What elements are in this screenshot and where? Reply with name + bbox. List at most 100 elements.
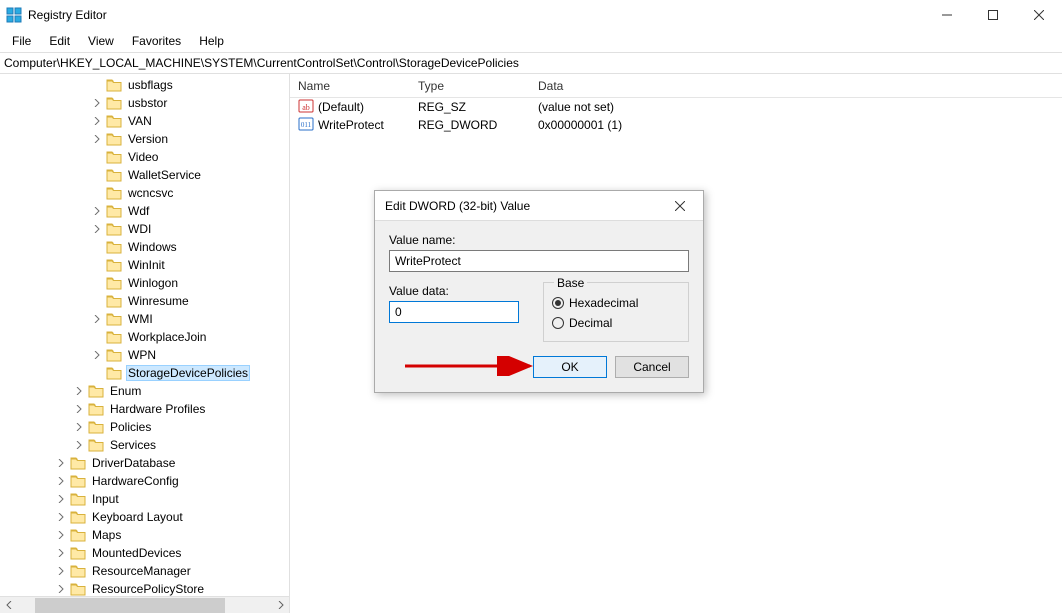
radio-hexadecimal[interactable]: Hexadecimal (552, 293, 680, 313)
base-group: Base Hexadecimal Decimal (543, 282, 689, 342)
tree-node[interactable]: Keyboard Layout (0, 508, 289, 526)
folder-icon (70, 456, 86, 470)
tree-expand-icon[interactable] (72, 402, 86, 416)
tree-expand-icon[interactable] (54, 582, 68, 596)
tree-node-label: WPN (126, 348, 158, 362)
tree-node[interactable]: HardwareConfig (0, 472, 289, 490)
menu-view[interactable]: View (80, 32, 122, 50)
address-bar[interactable]: Computer\HKEY_LOCAL_MACHINE\SYSTEM\Curre… (0, 52, 1062, 74)
tree-expand-icon[interactable] (72, 420, 86, 434)
scroll-right-button[interactable] (272, 598, 289, 613)
tree-node[interactable]: Video (0, 148, 289, 166)
tree-node[interactable]: MountedDevices (0, 544, 289, 562)
value-name-input[interactable] (389, 250, 689, 272)
tree-node[interactable]: WalletService (0, 166, 289, 184)
folder-icon (106, 132, 122, 146)
tree-node[interactable]: WDI (0, 220, 289, 238)
radio-hex-label: Hexadecimal (569, 296, 638, 310)
tree-node[interactable]: Enum (0, 382, 289, 400)
tree-node[interactable]: WinInit (0, 256, 289, 274)
column-header-name[interactable]: Name (290, 79, 410, 93)
value-data: (value not set) (530, 100, 1062, 114)
tree-expand-icon[interactable] (54, 546, 68, 560)
list-row[interactable]: 011WriteProtectREG_DWORD0x00000001 (1) (290, 116, 1062, 134)
menu-favorites[interactable]: Favorites (124, 32, 189, 50)
tree-expand-icon[interactable] (72, 438, 86, 452)
tree-expand-icon[interactable] (54, 510, 68, 524)
tree-panel: usbflagsusbstorVANVersionVideoWalletServ… (0, 74, 290, 613)
edit-dword-dialog: Edit DWORD (32-bit) Value Value name: Va… (374, 190, 704, 393)
tree-node[interactable]: StorageDevicePolicies (0, 364, 289, 382)
scrollbar-thumb[interactable] (35, 598, 225, 613)
tree-expand-icon[interactable] (90, 96, 104, 110)
menu-edit[interactable]: Edit (41, 32, 78, 50)
dialog-close-button[interactable] (665, 192, 695, 220)
tree-node[interactable]: Policies (0, 418, 289, 436)
tree-node[interactable]: ResourcePolicyStore (0, 580, 289, 596)
list-header[interactable]: Name Type Data (290, 74, 1062, 98)
folder-icon (70, 492, 86, 506)
horizontal-scrollbar[interactable] (0, 596, 289, 613)
tree-expand-icon[interactable] (90, 114, 104, 128)
svg-text:ab: ab (302, 103, 310, 112)
folder-icon (106, 78, 122, 92)
tree-node-label: StorageDevicePolicies (126, 365, 250, 381)
tree-node[interactable]: DriverDatabase (0, 454, 289, 472)
tree-node[interactable]: Services (0, 436, 289, 454)
menu-help[interactable]: Help (191, 32, 232, 50)
folder-icon (106, 258, 122, 272)
tree-node[interactable]: Hardware Profiles (0, 400, 289, 418)
tree-expand-icon[interactable] (54, 564, 68, 578)
tree-node[interactable]: Wdf (0, 202, 289, 220)
tree-node-label: wcncsvc (126, 186, 175, 200)
tree-node[interactable]: VAN (0, 112, 289, 130)
tree-expand-icon[interactable] (54, 492, 68, 506)
folder-icon (106, 186, 122, 200)
scrollbar-track[interactable] (17, 598, 272, 613)
value-type: REG_DWORD (410, 118, 530, 132)
maximize-button[interactable] (970, 0, 1016, 30)
menu-file[interactable]: File (4, 32, 39, 50)
folder-icon (106, 222, 122, 236)
tree-node[interactable]: Winresume (0, 292, 289, 310)
tree-node[interactable]: ResourceManager (0, 562, 289, 580)
cancel-button[interactable]: Cancel (615, 356, 689, 378)
tree-node[interactable]: WPN (0, 346, 289, 364)
radio-decimal[interactable]: Decimal (552, 313, 680, 333)
value-data-input[interactable] (389, 301, 519, 323)
tree-expand-icon[interactable] (54, 474, 68, 488)
tree-node-label: HardwareConfig (90, 474, 181, 488)
column-header-type[interactable]: Type (410, 79, 530, 93)
minimize-button[interactable] (924, 0, 970, 30)
tree-expand-icon[interactable] (54, 456, 68, 470)
folder-icon (106, 330, 122, 344)
tree-node[interactable]: Windows (0, 238, 289, 256)
tree-node[interactable]: usbflags (0, 76, 289, 94)
scroll-left-button[interactable] (0, 598, 17, 613)
tree-expand-icon[interactable] (90, 222, 104, 236)
tree-expand-icon[interactable] (90, 204, 104, 218)
tree-node-label: Hardware Profiles (108, 402, 207, 416)
tree-node[interactable]: wcncsvc (0, 184, 289, 202)
tree-node[interactable]: Version (0, 130, 289, 148)
ok-button[interactable]: OK (533, 356, 607, 378)
radio-icon (552, 317, 564, 329)
list-row[interactable]: ab(Default)REG_SZ(value not set) (290, 98, 1062, 116)
tree-node[interactable]: Input (0, 490, 289, 508)
tree-expand-icon[interactable] (72, 384, 86, 398)
tree-expand-icon[interactable] (54, 528, 68, 542)
tree-expand-icon[interactable] (90, 132, 104, 146)
close-button[interactable] (1016, 0, 1062, 30)
folder-icon (106, 96, 122, 110)
tree-expand-icon[interactable] (90, 348, 104, 362)
tree-node[interactable]: WorkplaceJoin (0, 328, 289, 346)
column-header-data[interactable]: Data (530, 79, 1062, 93)
tree-node[interactable]: Maps (0, 526, 289, 544)
tree-node-label: Services (108, 438, 158, 452)
tree-node[interactable]: WMI (0, 310, 289, 328)
folder-icon (106, 240, 122, 254)
tree-node[interactable]: usbstor (0, 94, 289, 112)
tree-view[interactable]: usbflagsusbstorVANVersionVideoWalletServ… (0, 74, 289, 596)
tree-node[interactable]: Winlogon (0, 274, 289, 292)
tree-expand-icon[interactable] (90, 312, 104, 326)
